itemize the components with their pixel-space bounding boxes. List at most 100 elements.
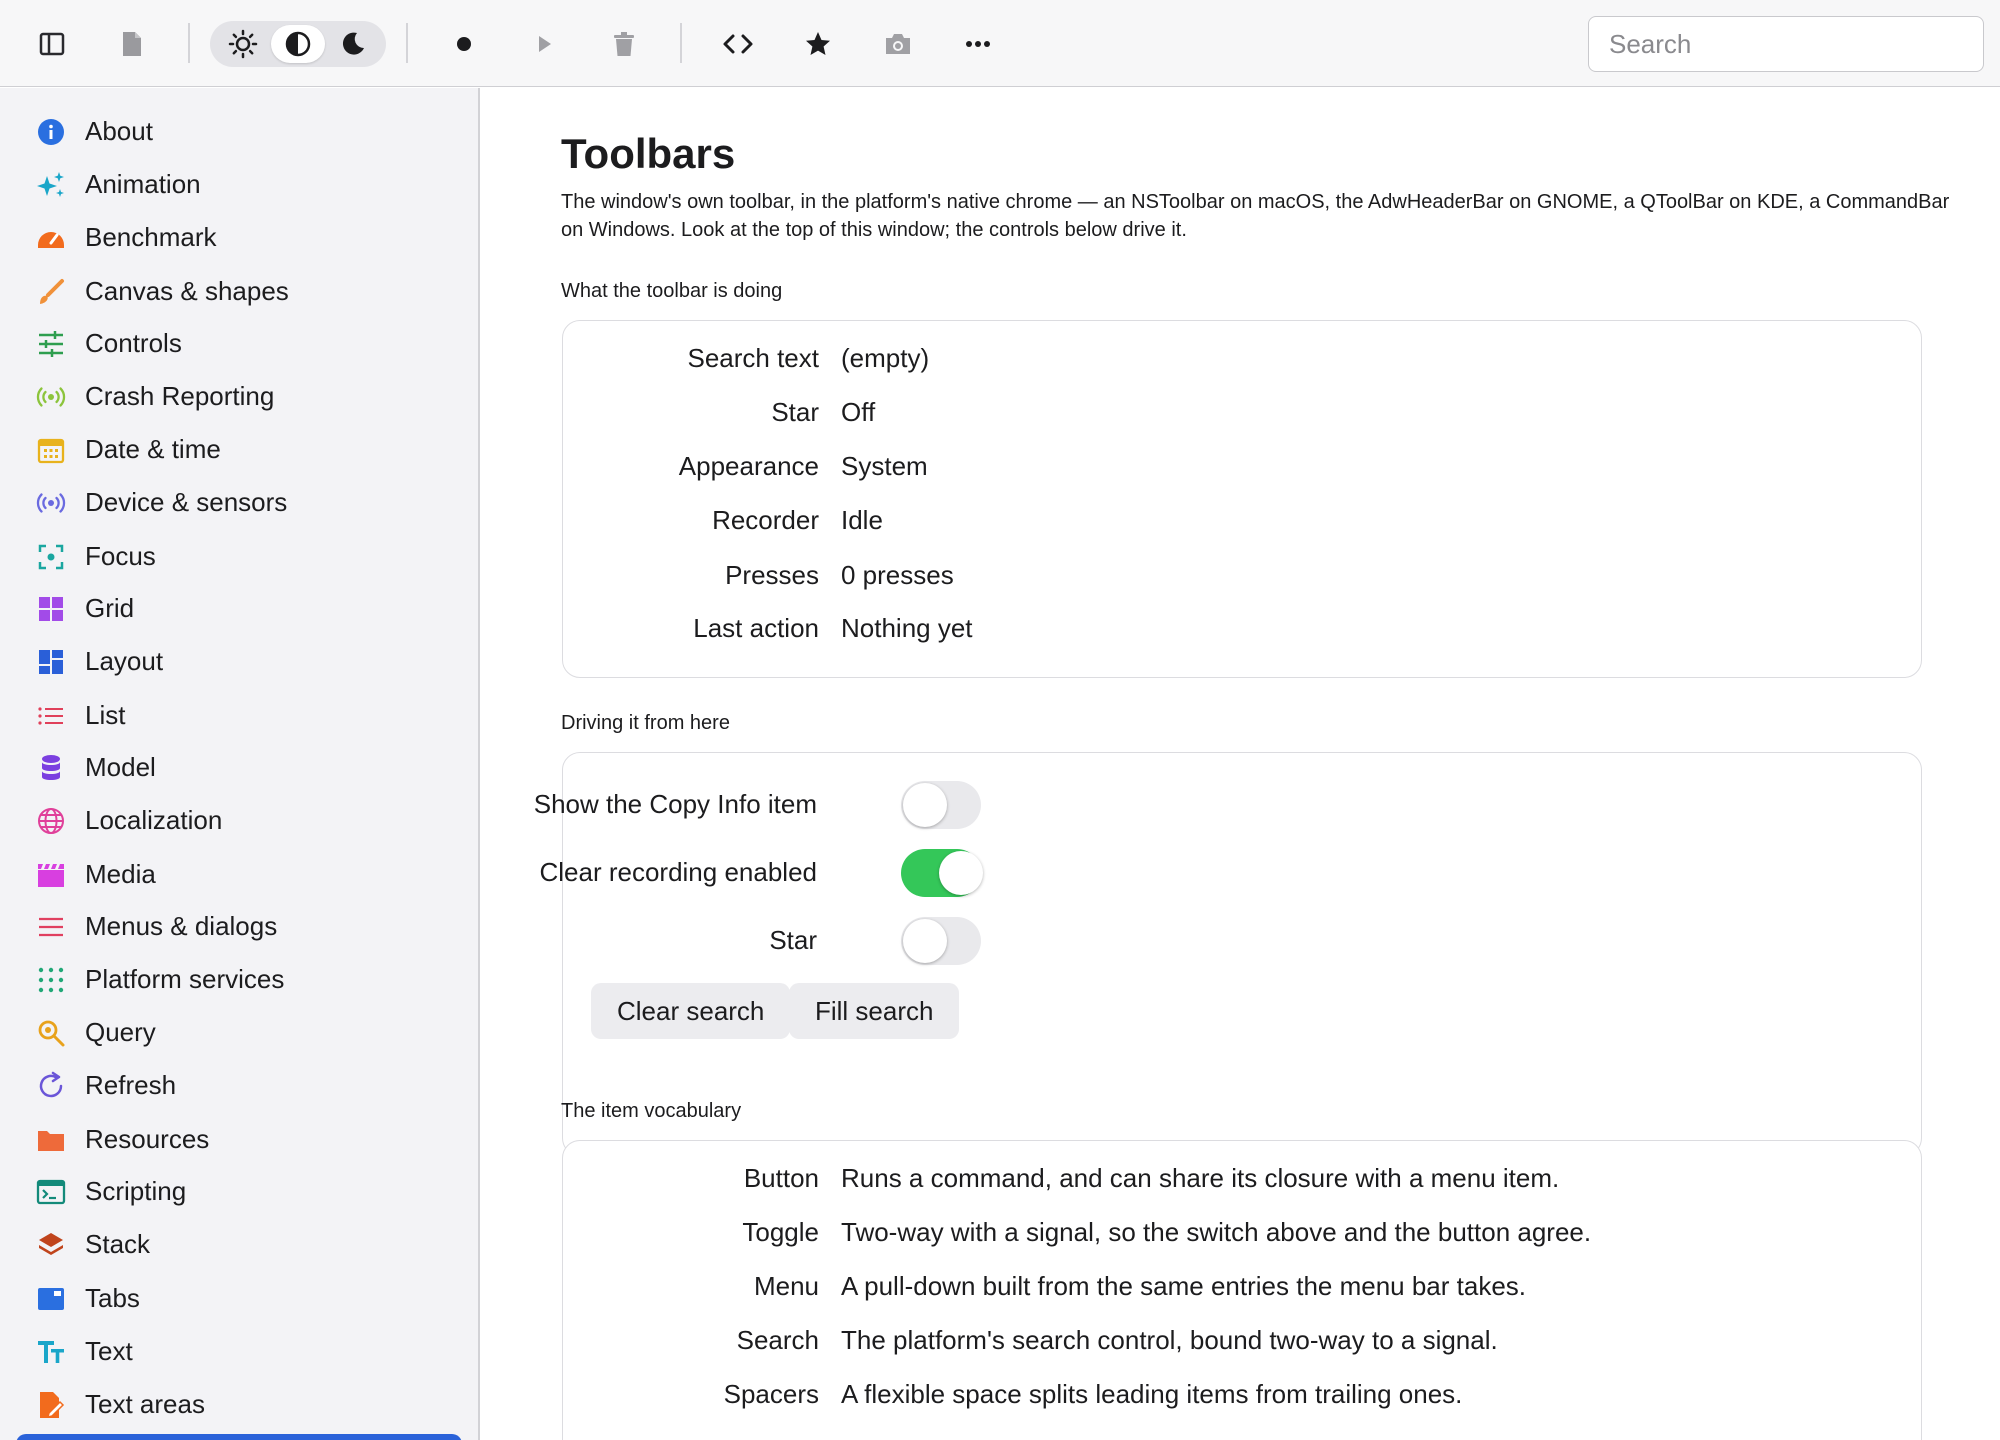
layout-icon	[36, 647, 66, 677]
play-icon	[539, 36, 551, 52]
document-icon	[123, 32, 141, 56]
moon-icon	[342, 32, 364, 55]
record-button[interactable]	[438, 18, 490, 70]
code-button[interactable]	[712, 18, 764, 70]
menu-icon	[36, 912, 66, 942]
database-icon	[36, 753, 66, 783]
status-value: Idle	[841, 505, 883, 535]
sidebar-item-localization[interactable]: Localization	[0, 796, 478, 844]
sidebar-item-stack[interactable]: Stack	[0, 1220, 478, 1268]
sidebar-item-crash-reporting[interactable]: Crash Reporting	[0, 372, 478, 420]
star-button[interactable]	[792, 18, 844, 70]
toggle-knob	[903, 783, 947, 827]
appearance-dark-button[interactable]	[326, 25, 380, 63]
vocab-key: Spacers	[723, 1379, 819, 1409]
sidebar-item-menus-dialogs[interactable]: Menus & dialogs	[0, 902, 478, 950]
sidebar-item-benchmark[interactable]: Benchmark	[0, 213, 478, 261]
toolbar-separator	[680, 23, 682, 63]
sidebar-item-focus[interactable]: Focus	[0, 532, 478, 580]
sidebar-item-label: Canvas & shapes	[85, 275, 289, 306]
toggle-label-clear-recording: Clear recording enabled	[539, 857, 817, 887]
document-button[interactable]	[106, 18, 158, 70]
sidebar-item-grid[interactable]: Grid	[0, 584, 478, 632]
sidebar-item-label: Grid	[85, 592, 135, 623]
clear-recording-toggle[interactable]	[901, 849, 983, 897]
sidebar-item-about[interactable]: About	[0, 107, 478, 155]
focus-icon	[36, 542, 66, 572]
sidebar-item-label: Date & time	[85, 433, 221, 464]
toggle-label-copy-info: Show the Copy Info item	[533, 789, 817, 819]
sidebar-item-text-areas[interactable]: Text areas	[0, 1380, 478, 1428]
fill-search-button[interactable]: Fill search	[789, 983, 960, 1039]
status-value: Nothing yet	[841, 613, 973, 643]
sidebar-item-device-sensors[interactable]: Device & sensors	[0, 478, 478, 526]
sidebar-item-label: Benchmark	[85, 221, 217, 252]
sidebar-item-canvas-shapes[interactable]: Canvas & shapes	[0, 267, 478, 315]
sidebar-item-layout[interactable]: Layout	[0, 637, 478, 685]
sidebar-item-label: Media	[85, 858, 156, 889]
copy-info-toggle[interactable]	[901, 781, 981, 829]
vocab-value: A flexible space splits leading items fr…	[841, 1379, 1463, 1409]
sidebar: About Animation Benchmark Canvas & shape…	[0, 88, 480, 1440]
sidebar-item-query[interactable]: Query	[0, 1008, 478, 1056]
folder-icon	[36, 1125, 66, 1155]
appearance-system-button[interactable]	[271, 25, 325, 63]
brush-icon	[36, 277, 66, 307]
sidebar-item-label: Model	[85, 751, 156, 782]
sidebar-toggle-icon	[39, 32, 65, 56]
status-card: Search text (empty) Star Off Appearance …	[562, 320, 1922, 678]
status-row: Last action Nothing yet	[563, 613, 1923, 653]
sidebar-toggle-button[interactable]	[26, 18, 78, 70]
sidebar-item-text[interactable]: Text	[0, 1327, 478, 1375]
sidebar-item-animation[interactable]: Animation	[0, 160, 478, 208]
section-label-controls: Driving it from here	[561, 712, 730, 734]
sidebar-item-label: Refresh	[85, 1069, 177, 1100]
sidebar-item-label: Crash Reporting	[85, 380, 275, 411]
grid-icon	[36, 594, 66, 624]
star-toggle[interactable]	[901, 917, 981, 965]
refresh-icon	[36, 1071, 66, 1101]
sidebar-item-media[interactable]: Media	[0, 850, 478, 898]
search-input[interactable]	[1588, 16, 1984, 72]
terminal-icon	[36, 1177, 66, 1207]
status-value: System	[841, 451, 928, 481]
status-value: Off	[841, 397, 876, 427]
trash-button[interactable]	[598, 18, 650, 70]
sun-icon	[228, 29, 258, 59]
toolbar-separator	[188, 23, 190, 63]
clear-search-button[interactable]: Clear search	[591, 983, 791, 1039]
sidebar-item-label: Tabs	[85, 1282, 140, 1313]
sidebar-item-label: Text areas	[85, 1388, 205, 1419]
sidebar-item-tabs[interactable]: Tabs	[0, 1274, 478, 1322]
status-row: Search text (empty)	[563, 343, 1923, 383]
sidebar-item-controls[interactable]: Controls	[0, 319, 478, 367]
sparkles-icon	[36, 170, 66, 200]
appearance-light-button[interactable]	[216, 25, 270, 63]
sidebar-item-refresh[interactable]: Refresh	[0, 1061, 478, 1109]
more-icon	[966, 41, 990, 47]
copy-info-button[interactable]	[872, 18, 924, 70]
status-row: Appearance System	[563, 451, 1923, 491]
sidebar-item-label: Controls	[85, 327, 182, 358]
status-key: Search text	[687, 343, 819, 373]
sidebar-item-label: Platform services	[85, 963, 285, 994]
more-button[interactable]	[952, 18, 1004, 70]
status-key: Recorder	[712, 505, 819, 535]
vocab-row: Button Runs a command, and can share its…	[563, 1163, 1923, 1203]
section-label-status: What the toolbar is doing	[561, 280, 783, 302]
sidebar-item-platform-services[interactable]: Platform services	[0, 955, 478, 1003]
vocab-row: Menu A pull-down built from the same ent…	[563, 1271, 1923, 1311]
sidebar-item-label: Resources	[85, 1123, 210, 1154]
sidebar-item-model[interactable]: Model	[0, 743, 478, 791]
status-value: 0 presses	[841, 560, 954, 590]
edit-doc-icon	[36, 1390, 66, 1420]
info-icon	[36, 117, 66, 147]
magnifier-icon	[36, 1018, 66, 1048]
sidebar-item-resources[interactable]: Resources	[0, 1115, 478, 1163]
sidebar-item-list[interactable]: List	[0, 691, 478, 739]
play-button[interactable]	[518, 18, 570, 70]
sidebar-item-scripting[interactable]: Scripting	[0, 1167, 478, 1215]
code-icon	[723, 34, 753, 54]
vocab-key: Search	[736, 1325, 819, 1355]
sidebar-item-date-time[interactable]: Date & time	[0, 425, 478, 473]
